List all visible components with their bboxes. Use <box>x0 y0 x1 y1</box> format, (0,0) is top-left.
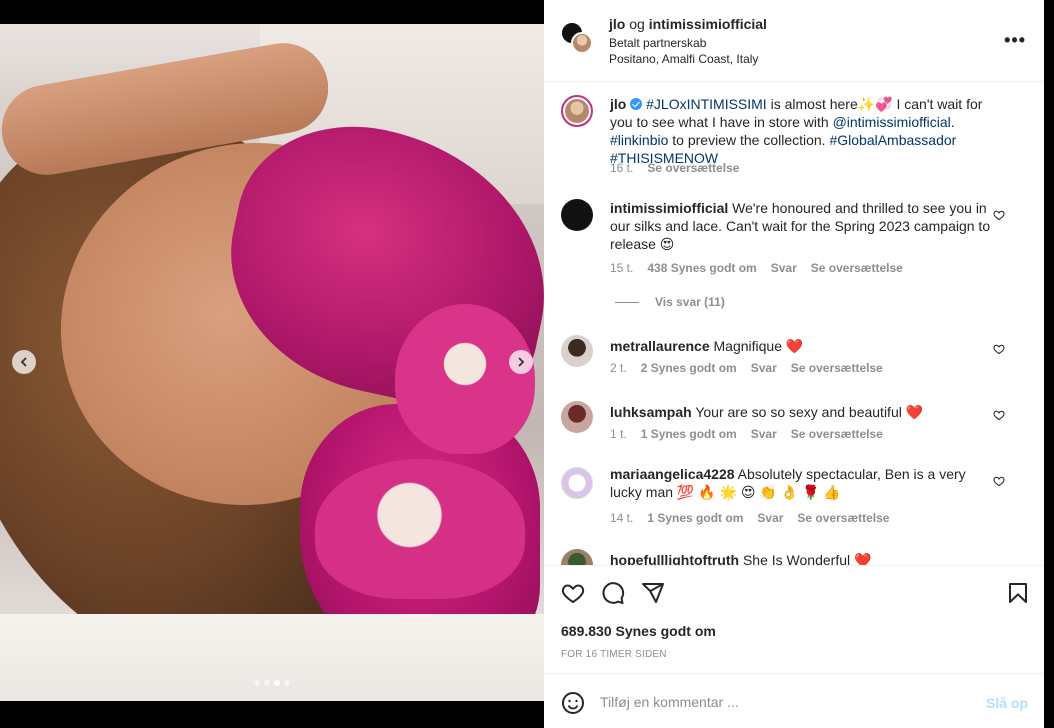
carousel-next-button[interactable] <box>509 350 533 374</box>
comment-input[interactable] <box>600 690 960 714</box>
author-avatar[interactable] <box>571 32 593 54</box>
comment-text: intimissimiofficial We're honoured and t… <box>610 199 1000 253</box>
caption-segment: to preview the collection. <box>668 132 830 148</box>
post-media <box>0 0 544 728</box>
heart-icon[interactable] <box>993 409 1005 421</box>
replies-divider <box>615 301 639 303</box>
post-photo <box>0 24 544 701</box>
paid-partnership-label[interactable]: Betalt partnerskab <box>609 36 706 50</box>
hashtag-link[interactable]: #GlobalAmbassador <box>829 132 956 148</box>
heart-icon[interactable] <box>993 343 1005 355</box>
comment-username[interactable]: mariaangelica4228 <box>610 466 735 482</box>
comment-username[interactable]: hopefulllightoftruth <box>610 552 739 565</box>
translate-button[interactable]: Se oversættelse <box>811 261 903 275</box>
add-comment-bar: Slå op <box>544 673 1044 728</box>
caption-text: jlo #JLOxINTIMISSIMI is almost here✨💞 I … <box>610 95 1000 167</box>
verified-icon <box>630 98 643 110</box>
carousel-dot-active <box>274 680 280 686</box>
bookmark-icon[interactable] <box>1006 581 1030 605</box>
caption-meta: 16 t. Se oversættelse <box>610 161 739 175</box>
comment-text: mariaangelica4228 Absolutely spectacular… <box>610 465 1000 501</box>
translate-button[interactable]: Se oversættelse <box>797 511 889 525</box>
post-authors: jlo og intimissimiofficial <box>609 16 767 32</box>
comment-icon[interactable] <box>601 581 625 605</box>
carousel-dot <box>284 680 290 686</box>
comment-username[interactable]: luhksampah <box>610 404 692 420</box>
connector-text: og <box>629 16 645 32</box>
heart-icon[interactable] <box>561 581 585 605</box>
more-icon[interactable]: ••• <box>1004 30 1026 51</box>
comment-likes[interactable]: 438 Synes godt om <box>647 261 756 275</box>
commenter-avatar[interactable] <box>561 467 593 499</box>
post-time[interactable]: FOR 16 TIMER SIDEN <box>561 649 667 660</box>
comment-username[interactable]: intimissimiofficial <box>610 200 728 216</box>
heart-icon[interactable] <box>993 475 1005 487</box>
caption-segment: . <box>950 114 955 130</box>
reply-button[interactable]: Svar <box>757 511 783 525</box>
likes-count[interactable]: 689.830 Synes godt om <box>561 623 716 639</box>
carousel-dot <box>264 680 270 686</box>
view-replies-button[interactable]: Vis svar (11) <box>615 295 725 309</box>
hashtag-link[interactable]: #linkinbio <box>610 132 668 148</box>
translate-button[interactable]: Se oversættelse <box>647 161 739 175</box>
chevron-right-icon <box>518 357 525 367</box>
post-comment-button[interactable]: Slå op <box>986 695 1028 711</box>
author-avatar[interactable] <box>561 95 593 127</box>
comment-body: She Is Wonderful ❤️ <box>739 552 872 565</box>
comment-likes[interactable]: 2 Synes godt om <box>641 361 737 375</box>
heart-icon[interactable] <box>993 209 1005 221</box>
comment-text: luhksampah Your are so so sexy and beaut… <box>610 403 1000 421</box>
window-edge <box>1044 0 1054 728</box>
commenter-avatar[interactable] <box>561 549 593 565</box>
translate-button[interactable]: Se oversættelse <box>791 361 883 375</box>
comment-username[interactable]: metrallaurence <box>610 338 710 354</box>
translate-button[interactable]: Se oversættelse <box>791 427 883 441</box>
reply-button[interactable]: Svar <box>751 427 777 441</box>
commenter-avatar[interactable] <box>561 335 593 367</box>
post-header: jlo og intimissimiofficial Betalt partne… <box>544 0 1044 82</box>
reply-button[interactable]: Svar <box>751 361 777 375</box>
reply-button[interactable]: Svar <box>771 261 797 275</box>
carousel-prev-button[interactable] <box>12 350 36 374</box>
mention-link[interactable]: @intimissimiofficial <box>833 114 951 130</box>
chevron-left-icon <box>20 357 27 367</box>
comment-time[interactable]: 2 t. <box>610 361 627 375</box>
comment-time[interactable]: 14 t. <box>610 511 633 525</box>
comment-likes[interactable]: 1 Synes godt om <box>641 427 737 441</box>
comment-body: Your are so so sexy and beautiful ❤️ <box>691 404 924 420</box>
view-replies-label: Vis svar (11) <box>655 295 725 309</box>
author-username[interactable]: jlo <box>609 16 625 32</box>
comments-list[interactable]: jlo #JLOxINTIMISSIMI is almost here✨💞 I … <box>544 83 1044 565</box>
caption-username[interactable]: jlo <box>610 96 626 112</box>
comment-meta: 14 t. 1 Synes godt om Svar Se oversættel… <box>610 511 889 525</box>
emoji-icon[interactable] <box>561 691 585 715</box>
comment-body: Magnifique ❤️ <box>709 338 804 354</box>
comment-meta: 1 t. 1 Synes godt om Svar Se oversættels… <box>610 427 883 441</box>
comment-meta: 15 t. 438 Synes godt om Svar Se oversætt… <box>610 261 903 275</box>
commenter-avatar[interactable] <box>561 401 593 433</box>
partner-username[interactable]: intimissimiofficial <box>649 16 767 32</box>
comment-meta: 2 t. 2 Synes godt om Svar Se oversættels… <box>610 361 883 375</box>
carousel-dot <box>254 680 260 686</box>
commenter-avatar[interactable] <box>561 199 593 231</box>
comment-likes[interactable]: 1 Synes godt om <box>647 511 743 525</box>
hashtag-link[interactable]: #JLOxINTIMISSIMI <box>646 96 767 112</box>
comment-time[interactable]: 15 t. <box>610 261 633 275</box>
comment-time[interactable]: 1 t. <box>610 427 627 441</box>
caption-time[interactable]: 16 t. <box>610 161 633 175</box>
share-icon[interactable] <box>641 581 665 605</box>
post-panel: jlo og intimissimiofficial Betalt partne… <box>544 0 1044 728</box>
comment-text: metrallaurence Magnifique ❤️ <box>610 337 1000 355</box>
comment-text: hopefulllightoftruth She Is Wonderful ❤️ <box>610 551 1000 565</box>
post-actions: 689.830 Synes godt om FOR 16 TIMER SIDEN <box>544 565 1044 673</box>
location-link[interactable]: Positano, Amalfi Coast, Italy <box>609 52 758 66</box>
carousel-dots <box>254 680 290 686</box>
